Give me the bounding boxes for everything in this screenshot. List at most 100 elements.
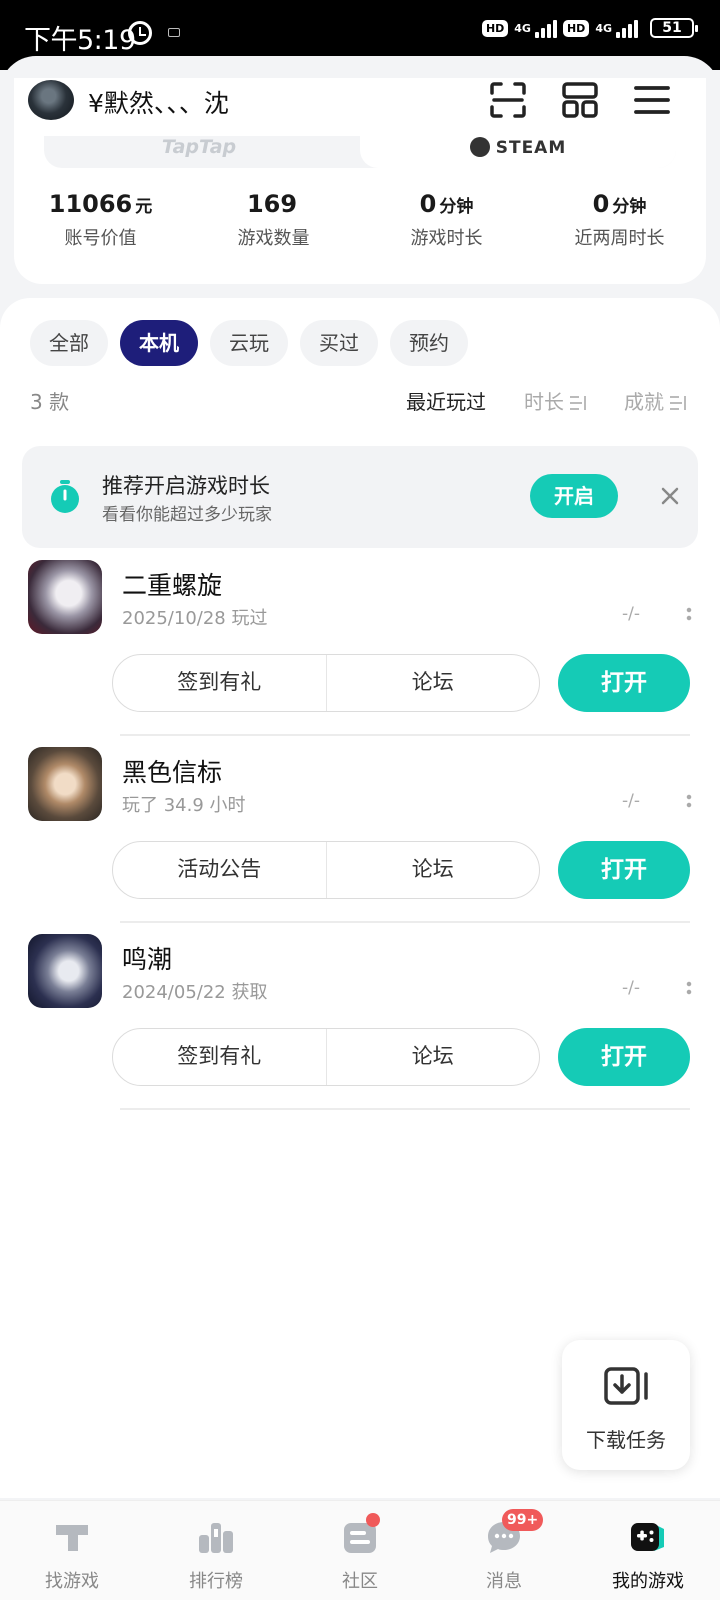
open-game-button[interactable]: 打开 bbox=[558, 841, 690, 899]
signal-icon bbox=[534, 18, 557, 38]
bottom-nav: 找游戏 排行榜 社区 99+ 消息 我的游戏 bbox=[0, 1500, 720, 1600]
stat-game-count[interactable]: 169 游戏数量 bbox=[187, 190, 360, 250]
filter-chips: 全部 本机 云玩 买过 预约 bbox=[30, 320, 468, 366]
stat-account-value[interactable]: 11066 元 账号价值 bbox=[14, 190, 187, 250]
stat-value: 0 bbox=[419, 190, 437, 218]
game-achievement: -/- bbox=[622, 604, 640, 624]
game-action-button[interactable]: 签到有礼 bbox=[113, 1029, 326, 1085]
gamepad-icon bbox=[631, 1523, 664, 1551]
notification-icon bbox=[168, 28, 180, 37]
game-name[interactable]: 鸣潮 bbox=[122, 940, 172, 976]
signal-icon bbox=[616, 18, 638, 38]
more-icon[interactable] bbox=[686, 793, 692, 809]
more-icon[interactable] bbox=[686, 980, 692, 996]
sort-options: 最近玩过 时长 成就 bbox=[406, 386, 686, 415]
close-icon[interactable] bbox=[658, 484, 682, 508]
game-name[interactable]: 黑色信标 bbox=[122, 753, 222, 789]
game-item: 黑色信标 玩了 34.9 小时 -/- 活动公告 论坛 打开 bbox=[0, 747, 720, 933]
alarm-icon bbox=[128, 21, 152, 45]
username[interactable]: ¥默然、、、沈 bbox=[88, 84, 229, 120]
nav-label: 社区 bbox=[342, 1571, 378, 1592]
forum-button[interactable]: 论坛 bbox=[325, 842, 540, 898]
divider bbox=[120, 921, 690, 923]
status-time: 下午5:19 bbox=[24, 25, 136, 56]
game-meta: 2025/10/28 玩过 bbox=[122, 608, 268, 629]
nav-find-games[interactable]: 找游戏 bbox=[0, 1501, 144, 1600]
scan-icon[interactable] bbox=[488, 80, 528, 120]
divider bbox=[120, 1108, 690, 1110]
more-icon[interactable] bbox=[686, 606, 692, 622]
game-icon[interactable] bbox=[28, 560, 102, 634]
nav-community[interactable]: 社区 bbox=[288, 1501, 432, 1600]
menu-icon[interactable] bbox=[632, 80, 672, 120]
sort-recent[interactable]: 最近玩过 bbox=[406, 386, 486, 415]
sort-achievement[interactable]: 成就 bbox=[624, 386, 686, 415]
network-label: 4G bbox=[514, 21, 531, 35]
forum-button[interactable]: 论坛 bbox=[325, 1029, 540, 1085]
game-item: 鸣潮 2024/05/22 获取 -/- 签到有礼 论坛 打开 bbox=[0, 934, 720, 1120]
open-game-button[interactable]: 打开 bbox=[558, 1028, 690, 1086]
game-actions: 活动公告 论坛 bbox=[112, 841, 540, 899]
sort-icon bbox=[570, 396, 586, 410]
nav-label: 消息 bbox=[486, 1571, 522, 1592]
recommendation-subtitle: 看看你能超过多少玩家 bbox=[102, 505, 272, 525]
stat-label: 游戏时长 bbox=[410, 228, 483, 249]
forum-button[interactable]: 论坛 bbox=[325, 655, 540, 711]
nav-my-games[interactable]: 我的游戏 bbox=[576, 1501, 720, 1600]
download-icon bbox=[604, 1367, 648, 1405]
stat-label: 游戏数量 bbox=[237, 228, 310, 249]
enable-playtime-button[interactable]: 开启 bbox=[530, 474, 618, 518]
stat-unit: 分钟 bbox=[612, 197, 647, 217]
stat-value: 0 bbox=[592, 190, 610, 218]
stat-label: 账号价值 bbox=[64, 228, 137, 249]
nav-label: 我的游戏 bbox=[612, 1571, 684, 1592]
game-actions: 签到有礼 论坛 bbox=[112, 654, 540, 712]
filter-purchased[interactable]: 买过 bbox=[300, 320, 378, 366]
game-achievement: -/- bbox=[622, 791, 640, 811]
hd-icon: HD bbox=[562, 19, 590, 37]
sort-achievement-label: 成就 bbox=[624, 390, 664, 414]
stat-recent-time[interactable]: 0 分钟 近两周时长 bbox=[533, 190, 706, 250]
stat-play-time[interactable]: 0 分钟 游戏时长 bbox=[360, 190, 533, 250]
game-name[interactable]: 二重螺旋 bbox=[122, 566, 222, 602]
tab-steam[interactable]: STEAM bbox=[360, 136, 676, 168]
status-indicators: HD 4G HD 4G 51 bbox=[481, 18, 698, 38]
steam-icon bbox=[469, 137, 490, 157]
taptap-icon bbox=[56, 1525, 88, 1551]
stat-unit: 分钟 bbox=[439, 197, 474, 217]
game-item: 二重螺旋 2025/10/28 玩过 -/- 签到有礼 论坛 打开 bbox=[0, 560, 720, 746]
battery-icon: 51 bbox=[650, 18, 698, 38]
stat-label: 近两周时长 bbox=[574, 228, 665, 249]
download-tasks-button[interactable]: 下载任务 bbox=[562, 1340, 690, 1470]
game-meta: 2024/05/22 获取 bbox=[122, 982, 268, 1003]
game-action-button[interactable]: 签到有礼 bbox=[113, 655, 326, 711]
game-actions: 签到有礼 论坛 bbox=[112, 1028, 540, 1086]
tab-taptap[interactable]: TapTap bbox=[44, 136, 354, 168]
divider bbox=[120, 734, 690, 736]
nav-label: 找游戏 bbox=[45, 1571, 99, 1592]
game-achievement: -/- bbox=[622, 978, 640, 998]
layout-icon[interactable] bbox=[560, 80, 600, 120]
message-badge: 99+ bbox=[502, 1509, 544, 1531]
open-game-button[interactable]: 打开 bbox=[558, 654, 690, 712]
game-icon[interactable] bbox=[28, 747, 102, 821]
recommendation-title: 推荐开启游戏时长 bbox=[102, 474, 270, 498]
game-count: 3 款 bbox=[30, 390, 70, 414]
nav-messages[interactable]: 99+ 消息 bbox=[432, 1501, 576, 1600]
game-meta: 玩了 34.9 小时 bbox=[122, 795, 246, 816]
filter-all[interactable]: 全部 bbox=[30, 320, 108, 366]
filter-local[interactable]: 本机 bbox=[120, 320, 198, 366]
notification-dot bbox=[366, 1513, 380, 1527]
sort-duration[interactable]: 时长 bbox=[524, 386, 586, 415]
sort-duration-label: 时长 bbox=[524, 390, 564, 414]
download-tasks-label: 下载任务 bbox=[586, 1428, 666, 1452]
ranking-icon bbox=[199, 1523, 233, 1553]
filter-cloud[interactable]: 云玩 bbox=[210, 320, 288, 366]
filter-reserved[interactable]: 预约 bbox=[390, 320, 468, 366]
game-icon[interactable] bbox=[28, 934, 102, 1008]
avatar[interactable] bbox=[28, 80, 74, 120]
game-action-button[interactable]: 活动公告 bbox=[113, 842, 326, 898]
stat-value: 11066 bbox=[48, 190, 133, 218]
nav-rankings[interactable]: 排行榜 bbox=[144, 1501, 288, 1600]
playtime-recommendation-banner: 推荐开启游戏时长 看看你能超过多少玩家 开启 bbox=[22, 446, 698, 548]
